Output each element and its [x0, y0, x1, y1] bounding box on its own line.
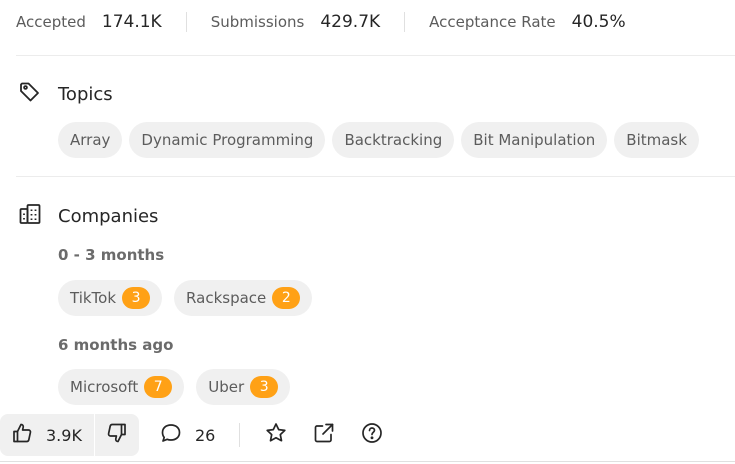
acceptance-rate-stat: Acceptance Rate 40.5% [429, 12, 625, 32]
company-chip[interactable]: Uber 3 [196, 369, 291, 405]
toolbar-divider [239, 423, 241, 447]
topics-list: Array Dynamic Programming Backtracking B… [58, 122, 706, 158]
company-name: Microsoft [70, 378, 139, 396]
acceptance-rate-label: Acceptance Rate [429, 13, 556, 31]
stat-divider [185, 12, 187, 32]
thumbs-down-icon [105, 421, 129, 449]
company-name: Uber [208, 378, 245, 396]
like-count: 3.9K [46, 425, 82, 445]
tag-icon [18, 80, 42, 108]
share-button[interactable] [312, 421, 336, 449]
company-name: Rackspace [186, 289, 267, 307]
company-chip[interactable]: Microsoft 7 [58, 369, 185, 405]
thumbs-up-icon [10, 421, 34, 449]
topic-chip[interactable]: Dynamic Programming [129, 122, 326, 158]
stats-row: Accepted 174.1K Submissions 429.7K Accep… [16, 8, 626, 36]
section-divider [16, 55, 735, 56]
section-divider [16, 176, 735, 177]
submissions-label: Submissions [210, 13, 305, 31]
share-icon [312, 421, 336, 449]
accepted-stat: Accepted 174.1K [16, 12, 162, 32]
building-icon [18, 202, 42, 230]
company-list: Microsoft 7 Uber 3 [58, 369, 302, 405]
submissions-value: 429.7K [320, 12, 381, 32]
submissions-stat: Submissions 429.7K [211, 12, 380, 32]
topic-chip[interactable]: Array [58, 122, 123, 158]
company-count-badge: 3 [122, 287, 151, 309]
star-icon [264, 421, 288, 449]
panel-bottom-border [0, 461, 735, 462]
topics-header[interactable]: Topics [18, 80, 113, 108]
company-count-badge: 7 [144, 376, 173, 398]
period-label: 6 months ago [58, 336, 174, 354]
comment-icon [159, 421, 183, 449]
accepted-value: 174.1K [101, 12, 162, 32]
dislike-button[interactable] [95, 414, 139, 456]
vote-group: 3.9K [0, 414, 139, 456]
help-button[interactable] [360, 421, 384, 449]
stat-divider [404, 12, 406, 32]
favorite-button[interactable] [264, 421, 288, 449]
topic-chip[interactable]: Bit Manipulation [461, 122, 608, 158]
company-count-badge: 2 [272, 287, 301, 309]
problem-info-panel: Accepted 174.1K Submissions 429.7K Accep… [0, 0, 735, 464]
topics-title: Topics [58, 83, 113, 105]
company-count-badge: 3 [250, 376, 279, 398]
company-name: TikTok [70, 289, 117, 307]
like-button[interactable]: 3.9K [0, 414, 94, 456]
acceptance-rate-value: 40.5% [571, 12, 626, 32]
company-chip[interactable]: Rackspace 2 [174, 280, 313, 316]
action-toolbar: 3.9K 26 [0, 414, 384, 456]
topic-chip[interactable]: Backtracking [332, 122, 455, 158]
topic-chip[interactable]: Bitmask [614, 122, 699, 158]
comments-button[interactable]: 26 [159, 421, 215, 449]
help-icon [360, 421, 384, 449]
company-chip[interactable]: TikTok 3 [58, 280, 163, 316]
company-list: TikTok 3 Rackspace 2 [58, 280, 324, 316]
accepted-label: Accepted [16, 13, 86, 31]
comment-count: 26 [194, 425, 216, 445]
companies-header[interactable]: Companies [18, 202, 158, 230]
period-label: 0 - 3 months [58, 246, 165, 264]
companies-title: Companies [58, 205, 159, 227]
